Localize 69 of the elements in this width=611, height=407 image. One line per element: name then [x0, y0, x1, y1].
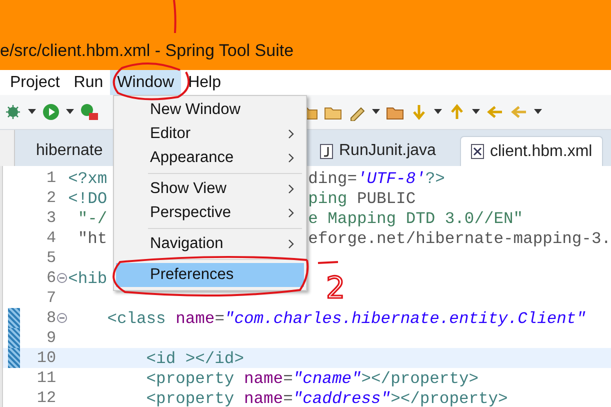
code-text: <?xm [68, 168, 108, 188]
editor-tab[interactable]: hibernate [20, 136, 110, 166]
code-text: e Mapping DTD 3.0//EN" [308, 208, 524, 228]
dropdown-caret-icon[interactable] [534, 109, 542, 115]
menu-item[interactable]: Preferences [116, 263, 304, 287]
code-text: ding= [308, 168, 357, 188]
run-stop-icon[interactable] [80, 103, 98, 121]
code-text: <id ></id> [145, 348, 244, 368]
code-text: = [214, 308, 224, 328]
line-number: 12 [36, 389, 56, 407]
line-number: 8 [46, 309, 56, 327]
code-text: PUBLIC [356, 188, 416, 208]
line-number: 10 [36, 349, 56, 367]
editor-tab[interactable]: RunJunit.java [310, 136, 446, 166]
menu-item[interactable]: New Window [116, 98, 304, 122]
line-number: 9 [46, 329, 56, 347]
annotation-stroke [173, 0, 176, 34]
line-number: 3 [46, 209, 56, 227]
code-text: <hib [68, 268, 108, 288]
menu-item[interactable]: Help [181, 70, 228, 95]
dropdown-caret-icon[interactable] [372, 109, 380, 115]
code-text: <property [145, 388, 236, 407]
code-text: "-/ [76, 208, 108, 228]
code-text: <class [106, 308, 167, 328]
code-text: ?> [425, 168, 445, 188]
menu-item[interactable]: Window [110, 70, 182, 95]
code-text: <property [145, 368, 236, 388]
annotation-number: 2 [326, 271, 346, 306]
line-number: 7 [46, 289, 56, 307]
code-text: ></property> [361, 368, 479, 388]
dropdown-caret-icon[interactable] [472, 109, 480, 115]
line-number: 4 [46, 229, 56, 247]
window-title: e/src/client.hbm.xml - Spring Tool Suite [0, 41, 294, 61]
code-text: = [283, 388, 293, 407]
code-text: ping [308, 188, 348, 208]
line-number: 2 [46, 189, 56, 207]
java-file-icon [320, 144, 333, 158]
editor-tab[interactable]: client.hbm.xml [460, 136, 604, 166]
code-text: "cname" [292, 368, 362, 388]
code-text: name [244, 368, 284, 388]
line-number: 5 [46, 249, 56, 267]
dropdown-caret-icon[interactable] [28, 109, 36, 115]
menu-item[interactable]: Show View [116, 177, 304, 201]
menu-item[interactable]: Appearance [116, 146, 304, 170]
dropdown-caret-icon[interactable] [66, 109, 74, 115]
menu-item[interactable]: Editor [116, 122, 304, 146]
collapse-icon[interactable] [57, 313, 68, 323]
run-icon[interactable] [42, 103, 60, 121]
menu-item[interactable]: Navigation [116, 232, 304, 256]
line-number: 11 [36, 369, 56, 387]
code-text: ></property> [390, 388, 508, 407]
dropdown-caret-icon[interactable] [434, 109, 442, 115]
menu-item[interactable]: Project [3, 70, 67, 95]
code-text: name [244, 388, 284, 407]
menu-item[interactable]: Perspective [116, 201, 304, 225]
code-text: "ht [76, 228, 108, 248]
collapse-icon[interactable] [57, 273, 68, 283]
bug-icon[interactable] [4, 103, 22, 121]
code-text: name [176, 308, 215, 328]
code-text: = [283, 368, 293, 388]
code-text: 'UTF-8' [356, 168, 426, 188]
code-text: "com.charles.hibernate.entity.Client" [224, 308, 586, 328]
code-text: "caddress" [292, 388, 391, 407]
code-text: <!DO [68, 188, 108, 208]
menu-item[interactable]: Run [66, 70, 110, 95]
code-text: eforge.net/hibernate-mapping-3. [308, 228, 611, 248]
xml-file-icon [470, 144, 484, 159]
line-number: 6 [46, 269, 56, 287]
line-number: 1 [46, 169, 56, 187]
